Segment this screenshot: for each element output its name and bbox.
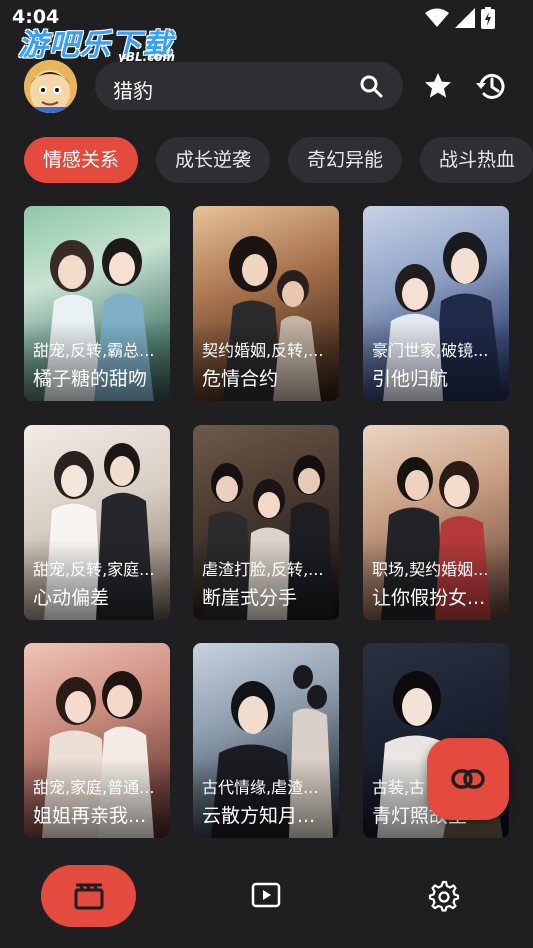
play-icon[interactable]	[251, 882, 281, 908]
chip-battle-passion[interactable]: 战斗热血	[420, 137, 533, 183]
drama-card[interactable]: 甜宠,家庭,普通... 姐姐再亲我...	[24, 643, 170, 838]
gear-icon[interactable]	[428, 880, 460, 912]
card-title: 危情合约	[202, 368, 279, 390]
drama-card[interactable]: 职场,契约婚姻... 让你假扮女...	[363, 425, 509, 620]
search-bar[interactable]: 猎豹	[95, 62, 403, 110]
bottom-nav	[0, 848, 533, 948]
wifi-icon	[425, 8, 449, 27]
search-icon[interactable]	[359, 74, 383, 98]
link-icon	[451, 769, 485, 789]
chip-growth-comeback[interactable]: 成长逆袭	[156, 137, 271, 183]
card-title: 云散方知月...	[202, 805, 316, 827]
card-tags: 契约婚姻,反转,...	[202, 341, 324, 360]
drama-card[interactable]: 豪门世家,破镜... 引他归航	[363, 206, 509, 401]
search-input[interactable]: 猎豹	[113, 75, 153, 104]
card-title: 断崖式分手	[202, 587, 298, 609]
link-fab-button[interactable]	[427, 738, 509, 820]
card-tags: 虐渣打脸,反转,...	[202, 560, 324, 579]
card-title: 让你假扮女...	[372, 587, 486, 609]
star-icon[interactable]	[423, 71, 453, 101]
drama-card[interactable]: 甜宠,反转,霸总... 橘子糖的甜吻	[24, 206, 170, 401]
card-tags: 古代情缘,虐渣...	[202, 778, 319, 797]
card-tags: 甜宠,反转,霸总...	[33, 341, 155, 360]
card-tags: 甜宠,反转,家庭...	[33, 560, 155, 579]
card-title: 姐姐再亲我...	[33, 805, 147, 827]
signal-icon	[455, 8, 475, 28]
category-chips: 情感关系 成长逆袭 奇幻异能 战斗热血	[24, 137, 533, 183]
watermark-logo: 游吧乐下载 yBL.com	[18, 20, 175, 64]
drama-card[interactable]: 甜宠,反转,家庭... 心动偏差	[24, 425, 170, 620]
card-tags: 职场,契约婚姻...	[372, 560, 489, 579]
card-title: 引他归航	[372, 368, 449, 390]
nav-tab-home[interactable]	[41, 865, 136, 927]
drama-card[interactable]: 契约婚姻,反转,... 危情合约	[193, 206, 339, 401]
avatar[interactable]	[24, 60, 77, 113]
clapperboard-icon	[74, 883, 104, 910]
battery-icon	[481, 7, 495, 29]
drama-card[interactable]: 古代情缘,虐渣... 云散方知月...	[193, 643, 339, 838]
chip-fantasy-powers[interactable]: 奇幻异能	[288, 137, 403, 183]
card-tags: 甜宠,家庭,普通...	[33, 778, 155, 797]
chip-emotional-relations[interactable]: 情感关系	[24, 137, 139, 183]
card-title: 心动偏差	[33, 587, 110, 609]
history-icon[interactable]	[474, 70, 508, 102]
card-title: 橘子糖的甜吻	[33, 368, 148, 390]
drama-card[interactable]: 虐渣打脸,反转,... 断崖式分手	[193, 425, 339, 620]
avatar-cartoon-icon	[24, 60, 77, 113]
status-icons	[425, 7, 495, 29]
card-tags: 豪门世家,破镜...	[372, 341, 489, 360]
